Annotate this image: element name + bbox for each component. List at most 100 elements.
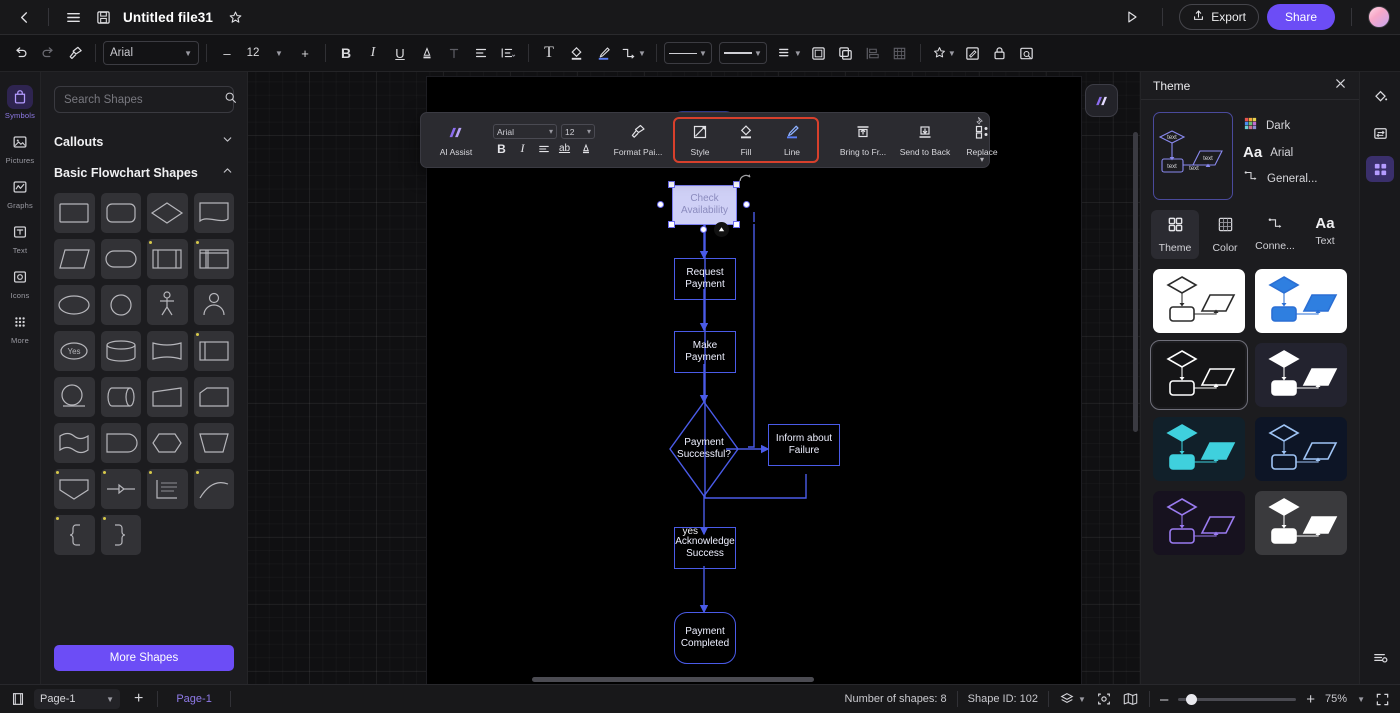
node-payment-completed[interactable]: Payment Completed [674, 612, 736, 664]
ai-assist-group[interactable]: AI Assist [427, 117, 485, 163]
format-painter-icon[interactable] [62, 40, 88, 66]
redo-icon[interactable] [35, 40, 61, 66]
list-icon[interactable]: ▼ [774, 40, 805, 66]
shape-cell-tape[interactable] [147, 331, 188, 371]
shape-cell-diamond[interactable] [147, 193, 188, 233]
line-brush-icon[interactable] [590, 40, 616, 66]
star-icon[interactable] [221, 4, 249, 30]
undo-icon[interactable] [8, 40, 34, 66]
fullscreen-icon[interactable] [1375, 692, 1390, 707]
frame-icon[interactable] [806, 40, 832, 66]
canvas[interactable]: yes Check Availability Request Payment M… [248, 72, 1140, 684]
shape-cell-annotation[interactable] [147, 469, 188, 509]
ctx-bold-button[interactable]: B [493, 141, 510, 156]
connect-point-left[interactable] [657, 201, 664, 208]
ctx-font-family-select[interactable]: Arial ▾ [493, 124, 557, 139]
node-acknowledge-success[interactable]: Acknowledge Success [674, 527, 736, 569]
more-shapes-button[interactable]: More Shapes [54, 645, 234, 671]
resize-handle-sw[interactable] [668, 221, 675, 228]
chevron-down-icon[interactable]: ▼ [1357, 695, 1365, 704]
find-icon[interactable] [1014, 40, 1040, 66]
ctx-fill-button[interactable]: Fill [723, 121, 769, 159]
theme-swatch-light-blue[interactable] [1255, 269, 1347, 333]
search-shapes-box[interactable] [54, 86, 236, 113]
theme-swatch-grey-white[interactable] [1255, 491, 1347, 555]
zoom-out-button[interactable]: – [1160, 691, 1168, 708]
theme-swatch-dark-plain[interactable] [1150, 340, 1248, 410]
zoom-slider[interactable] [1178, 693, 1297, 705]
shape-cell-curve[interactable] [193, 469, 234, 509]
tab-connector[interactable]: Conne... [1251, 210, 1299, 259]
ctx-align-icon[interactable] [535, 141, 552, 156]
font-color-button[interactable] [414, 40, 440, 66]
font-size-dropdown[interactable]: ▼ [266, 40, 292, 66]
lock-icon[interactable] [987, 40, 1013, 66]
theme-meta-color[interactable]: Dark [1243, 116, 1318, 136]
node-request-payment[interactable]: Request Payment [674, 258, 736, 300]
shape-cell-trapezoid-top[interactable] [193, 377, 234, 417]
line-style-select[interactable]: ▼ [663, 42, 712, 64]
theme-preview[interactable]: text text text text [1153, 112, 1233, 200]
node-inform-failure[interactable]: Inform about Failure [768, 424, 840, 466]
zoom-level-value[interactable]: 75% [1325, 693, 1347, 705]
shape-cell-predefined-process[interactable] [147, 239, 188, 279]
shape-menu-icon[interactable] [714, 222, 729, 237]
ctx-ab-button[interactable]: ab [556, 141, 573, 156]
font-size-decrease-button[interactable]: – [214, 40, 240, 66]
right-rail-fill-icon[interactable] [1366, 84, 1394, 110]
floppy-save-icon[interactable] [89, 4, 117, 30]
font-size-increase-button[interactable]: + [292, 40, 318, 66]
connect-point-right[interactable] [743, 201, 750, 208]
rail-item-text[interactable]: Text [2, 215, 39, 258]
search-input[interactable] [64, 93, 218, 106]
magic-wand-icon[interactable]: ▼ [928, 40, 959, 66]
map-icon[interactable] [1122, 691, 1139, 707]
shape-cell-manual-operation[interactable] [193, 423, 234, 463]
shape-cell-delay[interactable] [100, 423, 141, 463]
text-box-button[interactable]: T [536, 40, 562, 66]
close-icon[interactable] [1334, 77, 1347, 95]
ctx-italic-button[interactable]: I [514, 141, 531, 156]
right-rail-settings-icon[interactable] [1366, 644, 1394, 670]
theme-swatch-dark-cyan[interactable] [1153, 417, 1245, 481]
rail-item-more[interactable]: More [2, 305, 39, 348]
shape-cell-direct-access-storage[interactable] [100, 377, 141, 417]
node-make-payment[interactable]: Make Payment [674, 331, 736, 373]
share-button[interactable]: Share [1266, 4, 1335, 30]
page-view-icon[interactable] [10, 691, 26, 707]
avatar[interactable] [1368, 6, 1390, 28]
theme-meta-font[interactable]: Aa Arial [1243, 145, 1318, 160]
shape-cell-wave-document[interactable] [54, 423, 95, 463]
focus-icon[interactable] [1096, 691, 1112, 707]
shape-cell-left-brace[interactable] [54, 515, 95, 555]
shape-cell-right-brace[interactable] [100, 515, 141, 555]
export-button[interactable]: Export [1179, 4, 1259, 30]
shape-cell-merge-connector[interactable] [100, 469, 141, 509]
right-rail-theme-icon[interactable] [1366, 156, 1394, 182]
strikethrough-button[interactable] [441, 40, 467, 66]
node-check-availability[interactable]: Check Availability [672, 185, 737, 225]
shape-cell-parallelogram[interactable] [54, 239, 95, 279]
hamburger-menu-icon[interactable] [59, 4, 87, 30]
right-rail-replace-panel-icon[interactable] [1366, 120, 1394, 146]
shape-cell-card[interactable] [193, 331, 234, 371]
pin-icon[interactable] [975, 116, 985, 128]
shape-cell-decision-yes[interactable]: Yes [54, 331, 95, 371]
duplicate-icon[interactable] [833, 40, 859, 66]
zoom-in-button[interactable]: + [1306, 691, 1315, 708]
connector-icon[interactable]: ▼ [617, 40, 649, 66]
theme-swatch-purple-outline[interactable] [1153, 491, 1245, 555]
canvas-vertical-scrollbar[interactable] [1133, 132, 1138, 432]
bold-button[interactable]: B [333, 40, 359, 66]
shape-cell-actor[interactable] [193, 285, 234, 325]
ai-assist-button[interactable]: AI Assist [433, 122, 479, 159]
ctx-bring-front-button[interactable]: Bring to Fr... [833, 121, 893, 159]
italic-button[interactable]: I [360, 40, 386, 66]
add-page-button[interactable]: + [128, 690, 149, 708]
tab-color[interactable]: Color [1201, 210, 1249, 259]
canvas-horizontal-scrollbar[interactable] [532, 677, 814, 682]
rail-item-graphs[interactable]: Graphs [2, 170, 39, 213]
resize-handle-se[interactable] [733, 221, 740, 228]
shape-cell-stadium[interactable] [100, 239, 141, 279]
ctx-font-size-select[interactable]: 12 ▾ [561, 124, 595, 139]
